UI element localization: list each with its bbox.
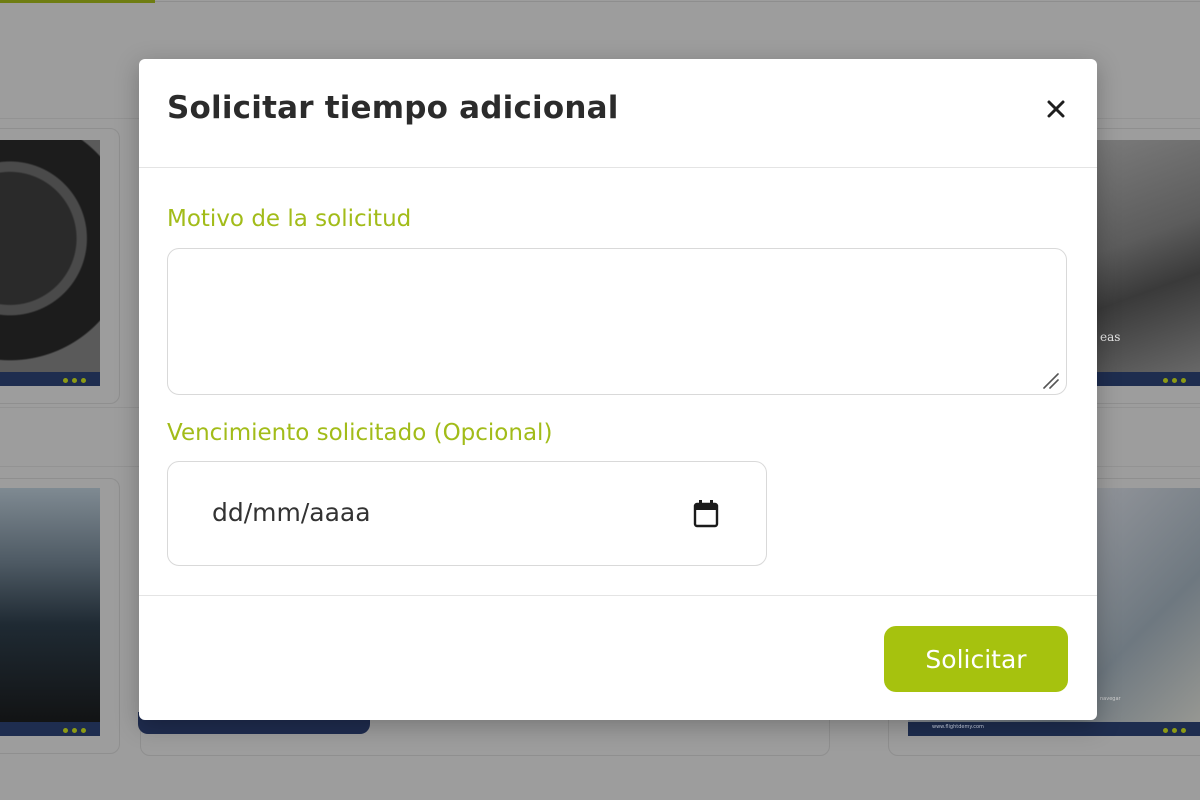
solicitar-button[interactable]: Solicitar [884,626,1068,692]
vencimiento-date-input[interactable]: dd/mm/aaaa [167,461,767,566]
resize-handle-icon[interactable] [1040,370,1060,390]
top-divider [155,1,1200,2]
course-thumbnail[interactable] [0,140,100,386]
course-thumbnail[interactable] [0,488,100,736]
thumbnail-caption: eas [1100,330,1121,344]
modal-content: Motivo de la solicitud Vencimiento solic… [139,59,1097,720]
motivo-label: Motivo de la solicitud [167,206,412,232]
calendar-icon[interactable] [693,500,719,528]
motivo-textarea[interactable] [167,248,1067,395]
active-tab-indicator [0,0,155,3]
course-thumbnail[interactable]: eas [1096,140,1200,386]
thumbnail-credit: www.flightdemy.com [932,724,984,730]
vencimiento-label: Vencimiento solicitado (Opcional) [167,420,553,446]
thumbnail-caption: navegar [1100,696,1121,702]
date-placeholder: dd/mm/aaaa [212,498,371,527]
